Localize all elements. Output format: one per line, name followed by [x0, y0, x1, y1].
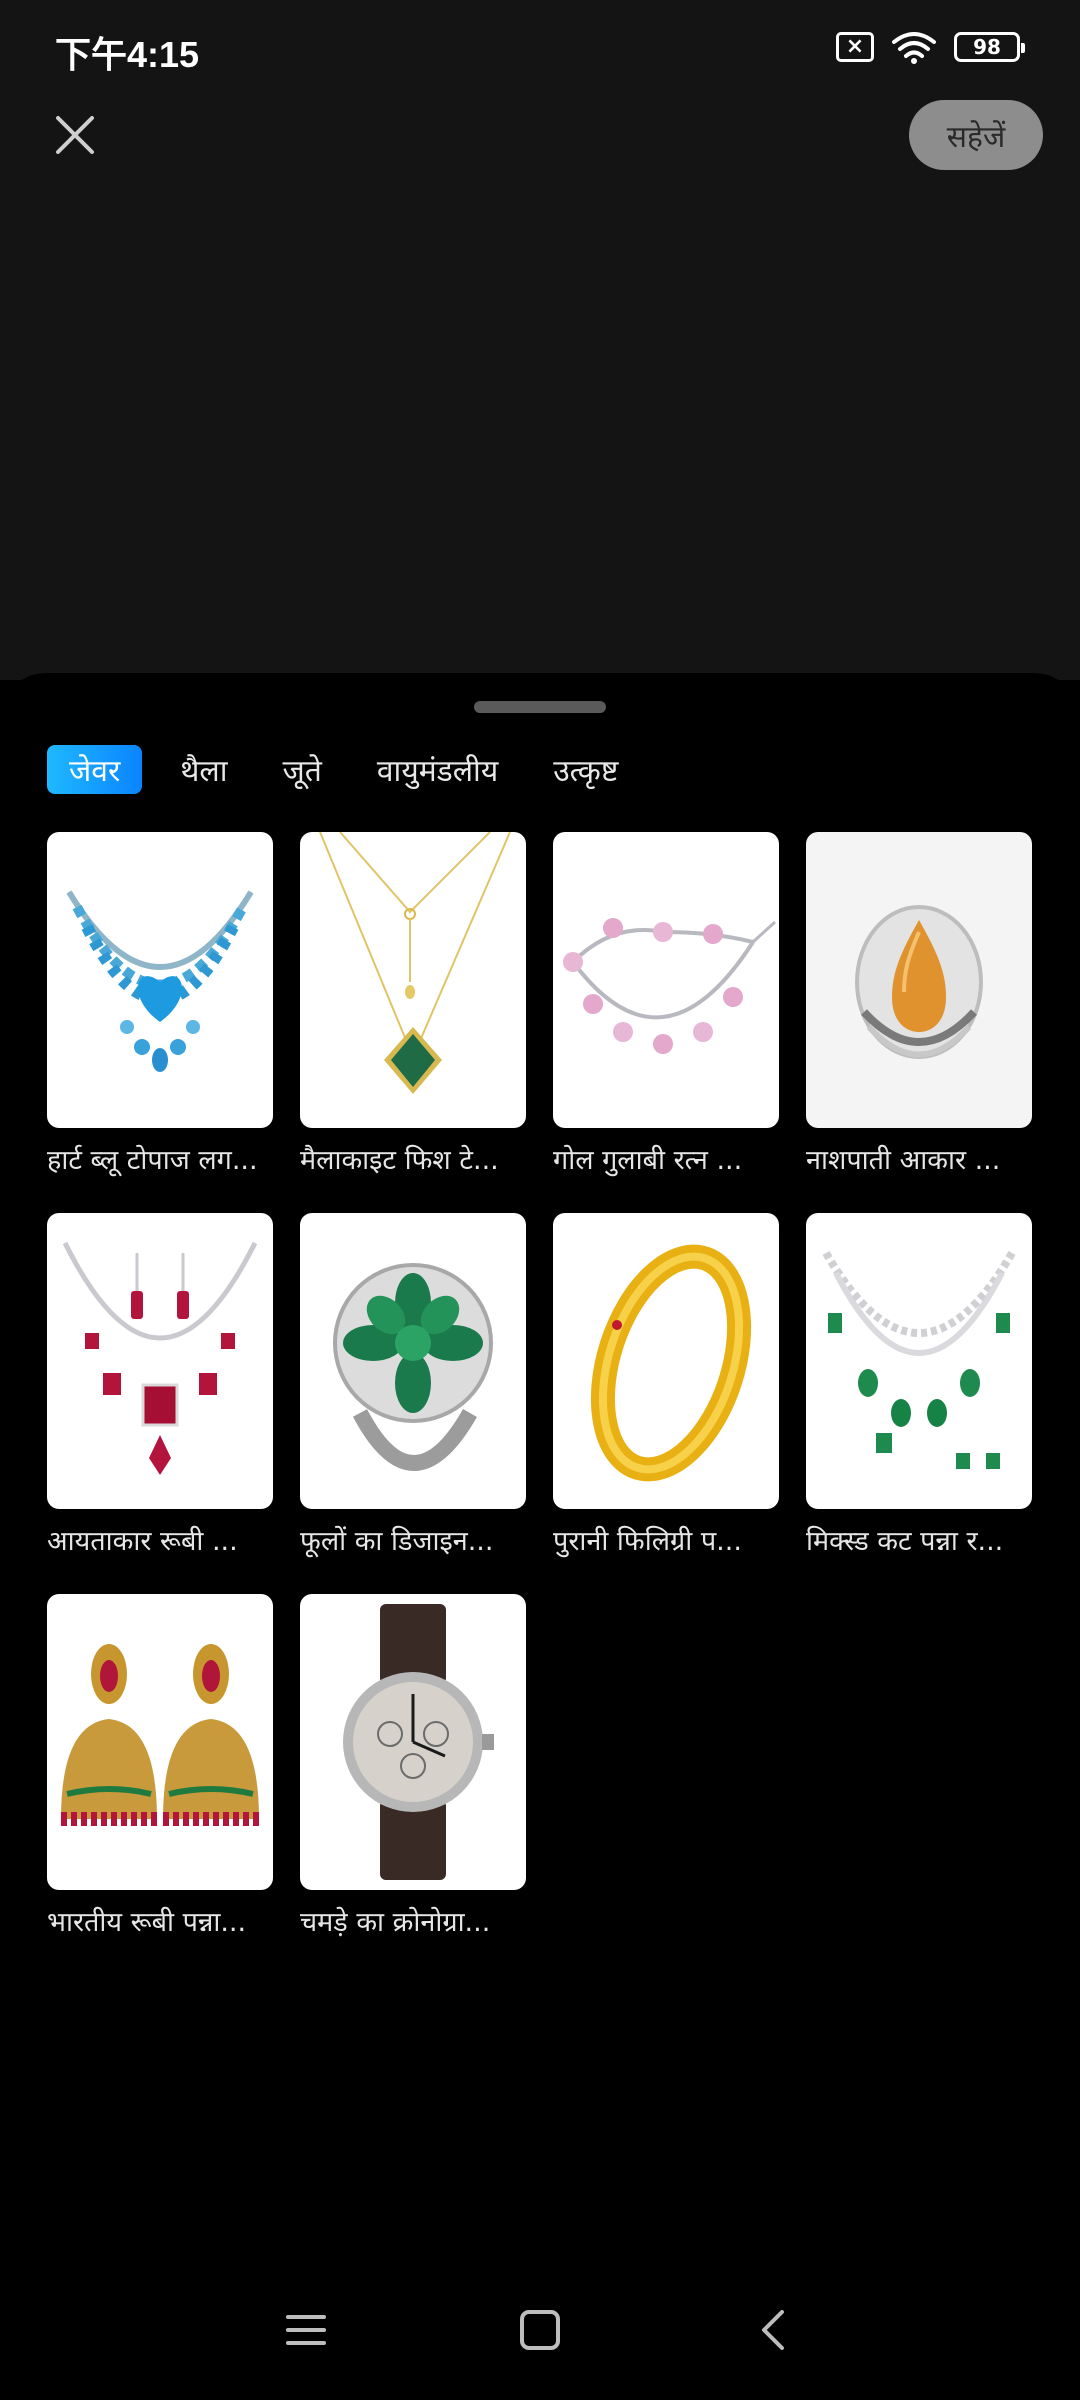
gold-bangle-icon [590, 1244, 752, 1482]
drag-handle[interactable] [474, 701, 606, 713]
wristwatch-icon [343, 1604, 494, 1880]
grid-item[interactable]: फूलों का डिजाइन... [300, 1213, 526, 1594]
jhumka-earrings-icon [61, 1644, 259, 1826]
tab-excellent[interactable]: उत्कृष्ट [553, 749, 618, 790]
menu-icon[interactable] [276, 2300, 336, 2360]
tab-shoes[interactable]: जूते [283, 749, 322, 790]
grid-item[interactable]: मिक्स्ड कट पन्ना र... [806, 1213, 1032, 1594]
item-caption: गोल गुलाबी रत्न ... [553, 1145, 743, 1176]
flower-ring-icon [333, 1263, 493, 1471]
emerald-necklace-icon [822, 1250, 1016, 1469]
item-caption: मिक्स्ड कट पन्ना र... [806, 1526, 1004, 1557]
item-caption: आयताकार रूबी ... [47, 1526, 238, 1557]
grid-item[interactable]: भारतीय रूबी पन्ना... [47, 1594, 273, 1975]
ruby-necklace-icon [62, 1241, 258, 1475]
bracelet-icon [563, 918, 777, 1054]
tab-bag[interactable]: थैला [180, 749, 227, 790]
item-caption: फूलों का डिजाइन... [300, 1526, 494, 1557]
item-caption: चमड़े का क्रोनोग्रा... [300, 1907, 491, 1938]
pendant-necklace-icon [319, 832, 511, 1094]
item-caption: पुरानी फिलिग्री प... [553, 1526, 742, 1557]
grid-item[interactable]: हार्ट ब्लू टोपाज लग... [47, 832, 273, 1213]
tab-atmospheric[interactable]: वायुमंडलीय [377, 749, 498, 790]
status-icons: × 98 [836, 30, 1025, 64]
category-tabs: जेवर थैला जूते वायुमंडलीय उत्कृष्ट [47, 743, 673, 795]
save-button[interactable]: सहेजें [909, 100, 1043, 170]
item-caption: हार्ट ब्लू टोपाज लग... [47, 1145, 258, 1176]
item-caption: भारतीय रूबी पन्ना... [47, 1907, 247, 1938]
status-bar: 下午4:15 × 98 [0, 0, 1080, 100]
preview-area [0, 100, 1080, 680]
navigation-bar [0, 2270, 1080, 2400]
status-time: 下午4:15 [55, 34, 200, 75]
item-grid: हार्ट ब्लू टोपाज लग... मैलाकाइट फिश टे..… [47, 832, 1037, 1975]
item-caption: मैलाकाइट फिश टे... [300, 1145, 499, 1176]
grid-item[interactable]: गोल गुलाबी रत्न ... [553, 832, 779, 1213]
grid-item[interactable]: मैलाकाइट फिश टे... [300, 832, 526, 1213]
wifi-icon [892, 32, 936, 64]
grid-item[interactable]: आयताकार रूबी ... [47, 1213, 273, 1594]
back-icon[interactable] [744, 2300, 804, 2360]
pear-ring-icon [855, 905, 983, 1059]
item-caption: नाशपाती आकार ... [806, 1145, 1001, 1176]
battery-level: 98 [973, 35, 1001, 59]
battery-icon: 98 [954, 32, 1025, 62]
tab-jewelry[interactable]: जेवर [47, 744, 143, 794]
blue-necklace-icon [66, 890, 254, 1072]
grid-item[interactable]: चमड़े का क्रोनोग्रा... [300, 1594, 526, 1975]
no-sim-icon: × [836, 32, 874, 62]
grid-item[interactable]: पुरानी फिलिग्री प... [553, 1213, 779, 1594]
close-icon[interactable] [50, 110, 100, 160]
home-icon[interactable] [510, 2300, 570, 2360]
bottom-sheet: जेवर थैला जूते वायुमंडलीय उत्कृष्ट हार्ट… [0, 673, 1080, 2400]
grid-item[interactable]: नाशपाती आकार ... [806, 832, 1032, 1213]
